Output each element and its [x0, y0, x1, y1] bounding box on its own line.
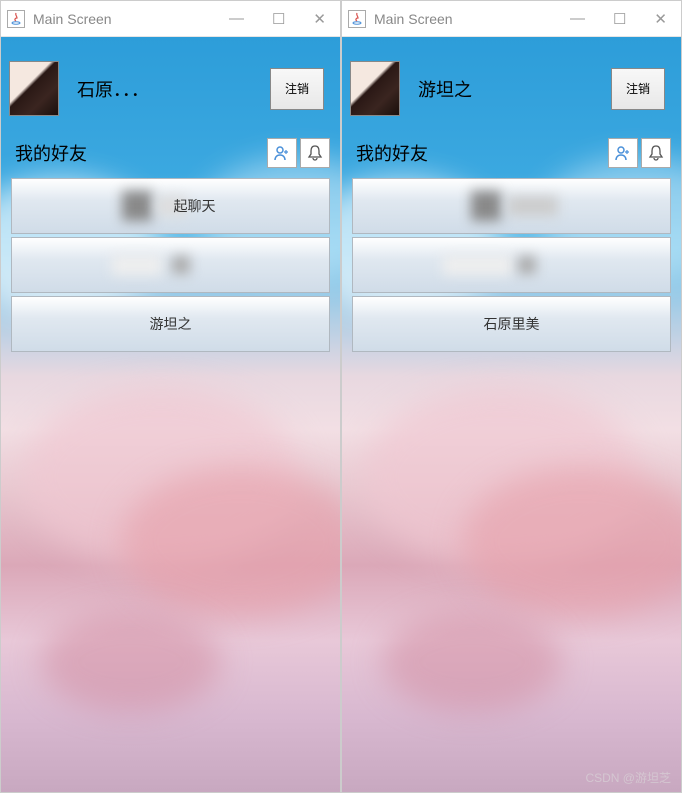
close-button[interactable]: ✕ — [313, 10, 326, 28]
notification-button[interactable] — [300, 138, 330, 168]
window-title: Main Screen — [374, 11, 570, 27]
friend-item[interactable]: 起聊天 — [11, 178, 330, 234]
titlebar: Main Screen — ☐ ✕ — [342, 1, 681, 37]
titlebar: Main Screen — ☐ ✕ — [1, 1, 340, 37]
friend-label: 游坦之 — [150, 314, 192, 334]
friend-list: 石原里美 — [342, 172, 681, 358]
logout-button[interactable]: 注销 — [270, 68, 324, 110]
maximize-button[interactable]: ☐ — [272, 10, 285, 28]
person-icon — [614, 144, 632, 162]
friend-item[interactable] — [11, 237, 330, 293]
window-controls: — ☐ ✕ — [229, 10, 334, 28]
friend-label: 起聊天 — [174, 196, 216, 216]
window-right: Main Screen — ☐ ✕ 游坦之 注销 我的好友 — [341, 0, 682, 793]
username-label: 游坦之 — [418, 76, 611, 102]
content-area: 游坦之 注销 我的好友 — [342, 37, 681, 792]
notification-button[interactable] — [641, 138, 671, 168]
add-friend-button[interactable] — [267, 138, 297, 168]
user-header: 游坦之 注销 — [342, 37, 681, 126]
minimize-button[interactable]: — — [570, 10, 585, 28]
minimize-button[interactable]: — — [229, 10, 244, 28]
window-left: Main Screen — ☐ ✕ 石原．．． 注销 我的好友 — [0, 0, 341, 793]
content-area: 石原．．． 注销 我的好友 起聊天 — [1, 37, 340, 792]
bell-icon — [647, 144, 665, 162]
friend-label: 石原里美 — [484, 314, 540, 334]
avatar[interactable] — [350, 61, 400, 116]
person-icon — [273, 144, 291, 162]
window-controls: — ☐ ✕ — [570, 10, 675, 28]
section-title: 我的好友 — [356, 140, 605, 166]
maximize-button[interactable]: ☐ — [613, 10, 626, 28]
friend-item[interactable] — [352, 178, 671, 234]
section-title: 我的好友 — [15, 140, 264, 166]
add-friend-button[interactable] — [608, 138, 638, 168]
friends-section-header: 我的好友 — [1, 126, 340, 172]
java-icon — [348, 10, 366, 28]
user-header: 石原．．． 注销 — [1, 37, 340, 126]
friend-list: 起聊天 游坦之 — [1, 172, 340, 358]
friend-item[interactable]: 游坦之 — [11, 296, 330, 352]
watermark: CSDN @游坦芝 — [585, 769, 671, 786]
java-icon — [7, 10, 25, 28]
friend-item[interactable]: 石原里美 — [352, 296, 671, 352]
bell-icon — [306, 144, 324, 162]
avatar[interactable] — [9, 61, 59, 116]
friends-section-header: 我的好友 — [342, 126, 681, 172]
logout-button[interactable]: 注销 — [611, 68, 665, 110]
username-label: 石原．．． — [77, 76, 270, 102]
close-button[interactable]: ✕ — [654, 10, 667, 28]
friend-item[interactable] — [352, 237, 671, 293]
window-title: Main Screen — [33, 11, 229, 27]
